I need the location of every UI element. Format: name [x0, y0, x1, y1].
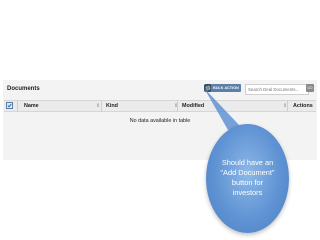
select-all-checkbox[interactable]: [6, 102, 13, 109]
search-input[interactable]: [245, 84, 309, 95]
annotation-text: Should have an "Add Document" button for…: [220, 157, 275, 197]
column-header-name[interactable]: Name: [24, 101, 39, 111]
sort-icon[interactable]: ⇕: [96, 101, 100, 111]
bulk-action-button[interactable]: BULK ACTION: [211, 84, 241, 92]
column-divider: [17, 100, 18, 112]
empty-table-message: No data available in table: [129, 118, 191, 124]
go-button[interactable]: GO: [306, 84, 314, 92]
checkmark-icon: [7, 103, 12, 108]
annotation-callout: Should have an "Add Document" button for…: [206, 124, 289, 233]
panel-title: Documents: [7, 86, 40, 92]
table-header: Name ⇕ Kind ⇕ Modified ⇕ Actions: [4, 100, 316, 112]
column-header-actions: Actions: [293, 103, 313, 109]
column-divider: [287, 100, 288, 112]
column-header-modified[interactable]: Modified: [182, 101, 204, 111]
column-header-kind[interactable]: Kind: [106, 101, 118, 111]
column-divider: [177, 100, 178, 112]
column-divider: [101, 100, 102, 112]
